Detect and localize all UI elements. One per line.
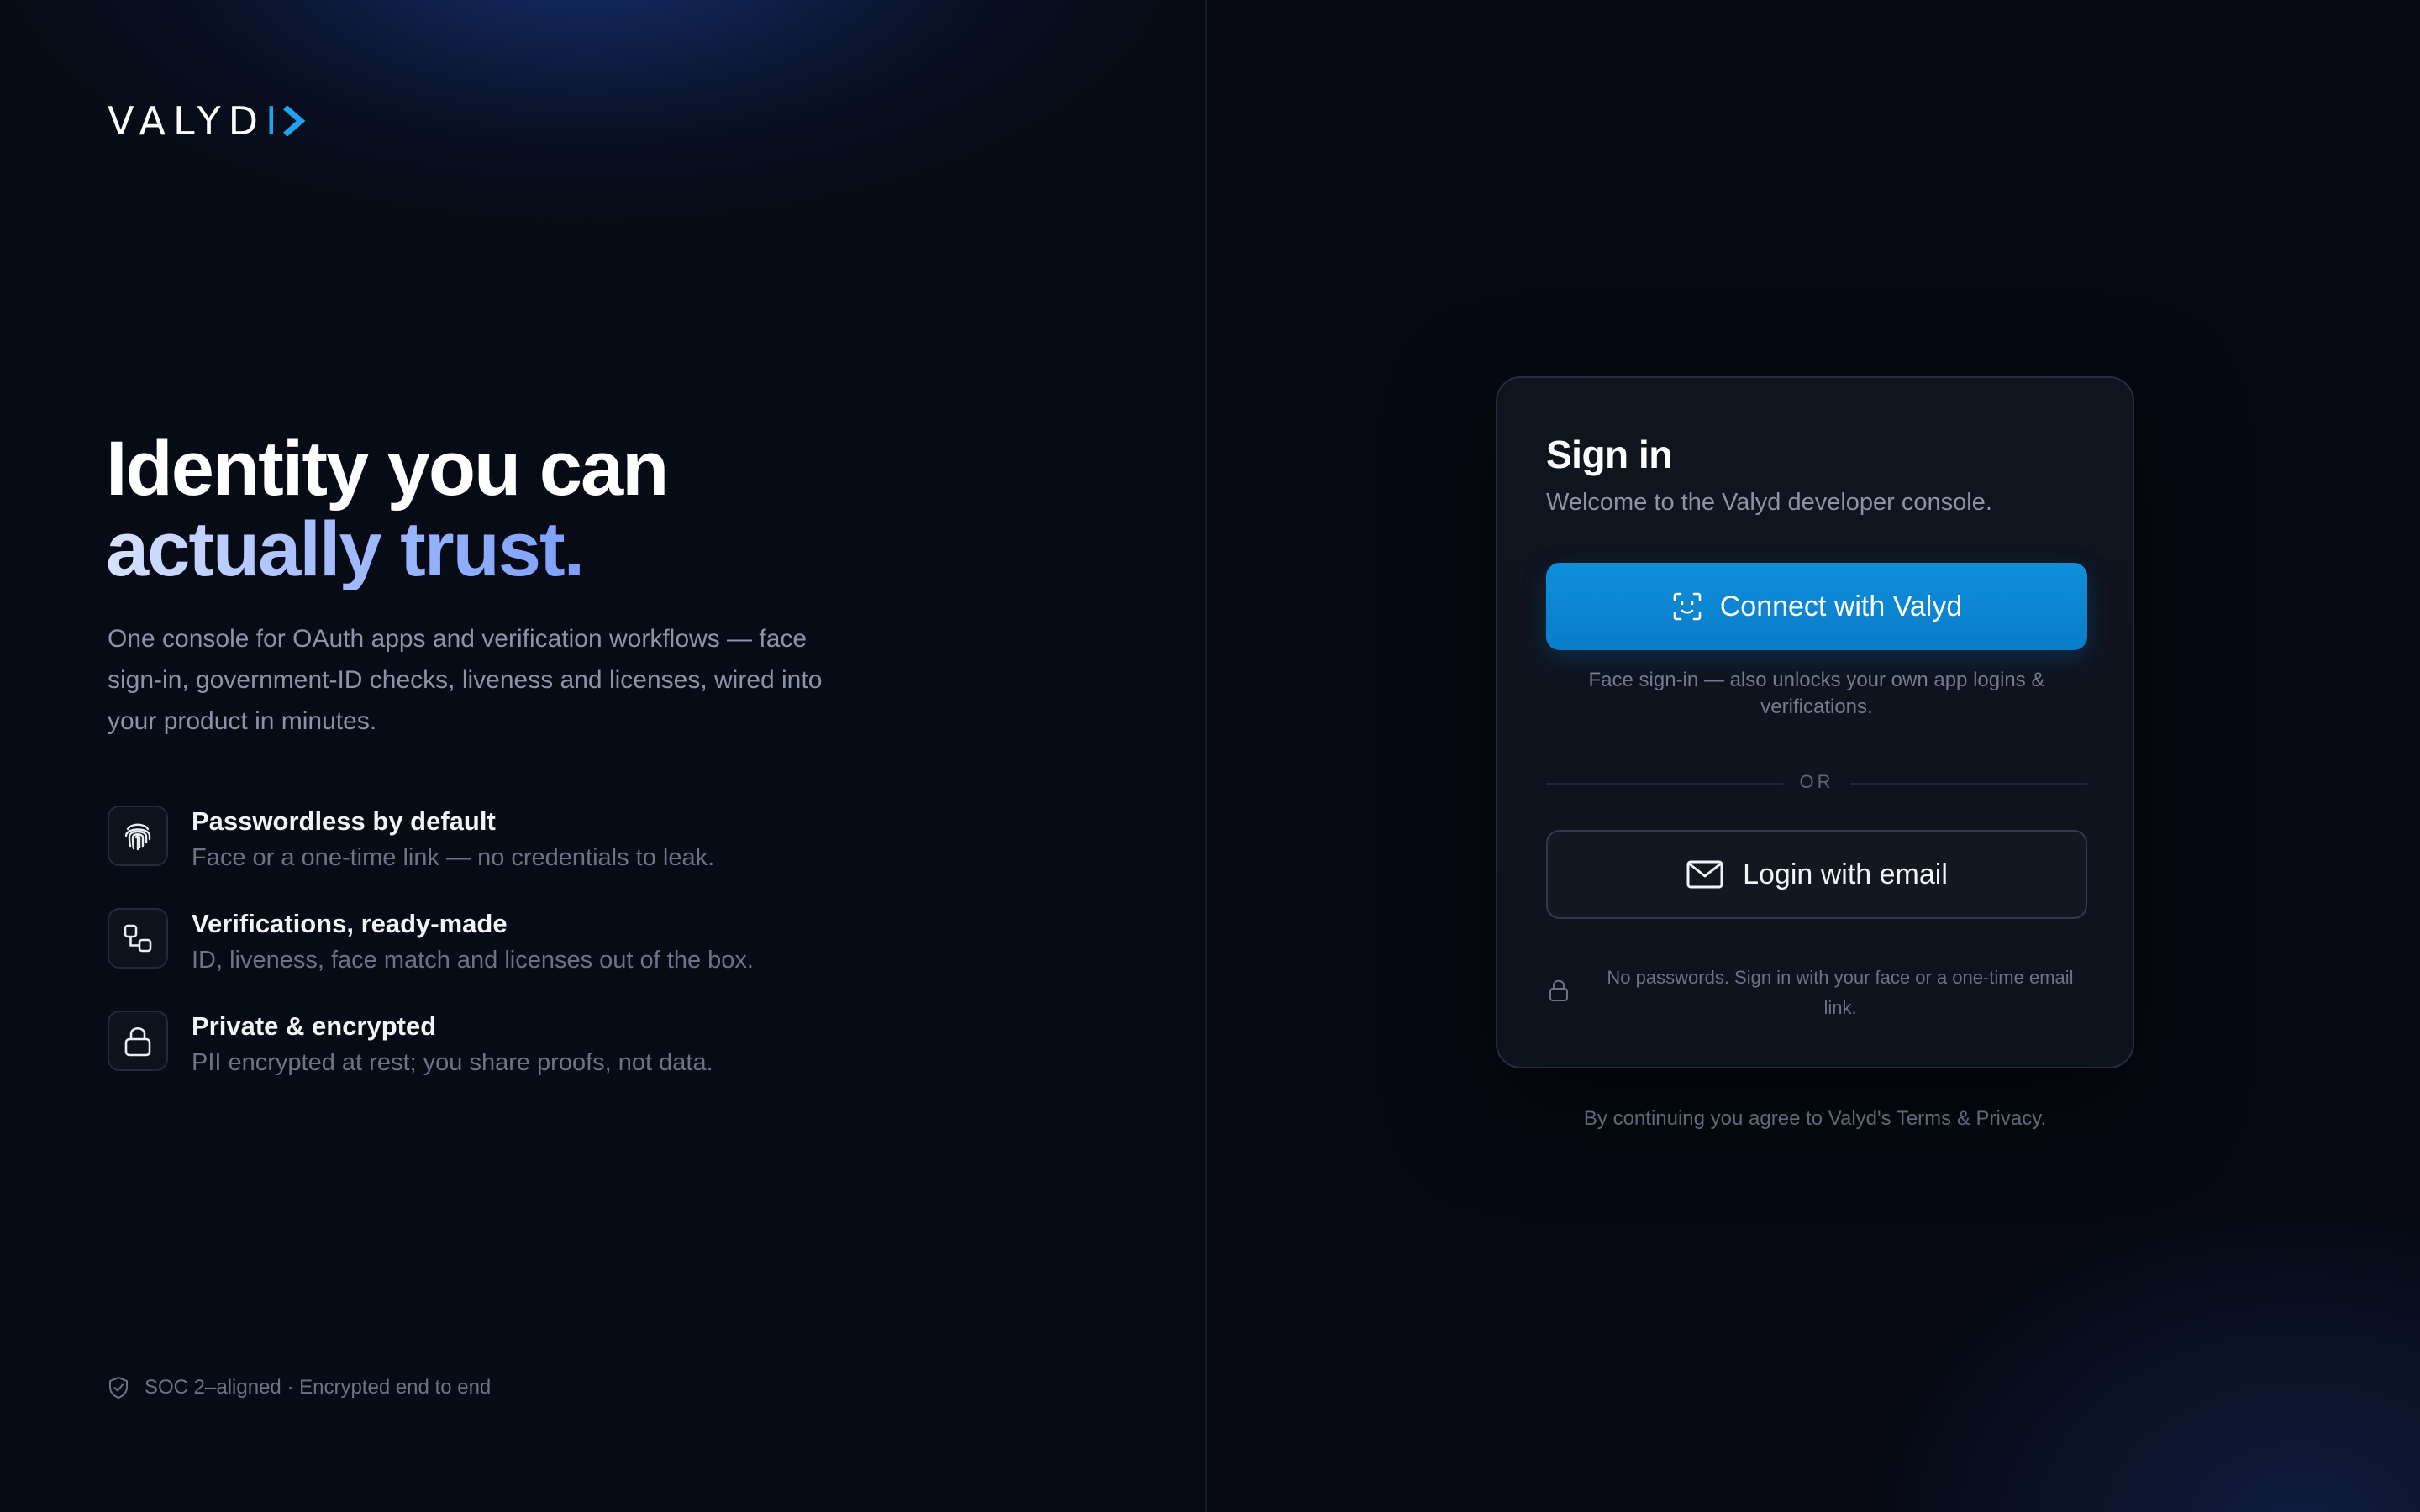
small-lock-icon	[1549, 979, 1568, 1001]
divider-label: OR	[1799, 771, 1834, 792]
lock-icon	[108, 1011, 168, 1071]
feature-description: Face or a one-time link — no credentials…	[192, 844, 715, 871]
headline-line-2: actually trust.	[106, 509, 667, 590]
mail-icon	[1686, 860, 1723, 889]
valyd-logo[interactable]: VALYD I	[108, 98, 308, 144]
feature-item: Verifications, ready-made ID, liveness, …	[108, 899, 948, 1001]
or-divider: OR	[1546, 771, 2087, 796]
feature-item: Passwordless by default Face or a one-ti…	[108, 796, 948, 899]
signin-card: Sign in Welcome to the Valyd developer c…	[1496, 376, 2134, 1068]
face-scan-icon	[1673, 592, 1702, 621]
connect-button-label: Connect with Valyd	[1719, 590, 1963, 622]
workflow-icon	[108, 908, 168, 969]
no-password-note: No passwords. Sign in with your face or …	[1546, 963, 2087, 1023]
feature-item: Private & encrypted PII encrypted at res…	[108, 1001, 948, 1104]
connect-with-valyd-button[interactable]: Connect with Valyd	[1546, 563, 2087, 650]
fingerprint-icon	[108, 806, 168, 866]
logo-chevron-icon	[282, 106, 305, 136]
feature-title: Verifications, ready-made	[192, 909, 508, 938]
trust-text: SOC 2–aligned · Encrypted end to end	[145, 1376, 492, 1399]
signin-panel: Sign in Welcome to the Valyd developer c…	[1208, 0, 2420, 1512]
login-with-email-button[interactable]: Login with email	[1546, 830, 2087, 919]
logo-wordmark: VALYD	[108, 98, 266, 144]
shield-check-icon	[109, 1377, 128, 1399]
no-password-text: No passwords. Sign in with your face or …	[1607, 967, 2074, 1018]
feature-description: ID, liveness, face match and licenses ou…	[192, 947, 754, 974]
feature-description: PII encrypted at rest; you share proofs,…	[192, 1049, 713, 1076]
feature-list: Passwordless by default Face or a one-ti…	[108, 796, 948, 1104]
feature-title: Private & encrypted	[192, 1011, 437, 1041]
hero-description: One console for OAuth apps and verificat…	[108, 625, 823, 735]
terms-note: By continuing you agree to Valyd's Terms…	[1583, 1107, 2047, 1130]
feature-title: Passwordless by default	[192, 806, 496, 836]
hero-headline: Identity you can actually trust.	[106, 426, 669, 590]
face-signin-note: Face sign-in — also unlocks your own app…	[1588, 669, 2045, 718]
email-button-label: Login with email	[1743, 858, 1948, 890]
headline-line-1: Identity you can	[106, 426, 669, 512]
trust-note: SOC 2–aligned · Encrypted end to end	[108, 1376, 491, 1399]
signin-welcome: Welcome to the Valyd developer console.	[1546, 489, 1992, 516]
marketing-panel: VALYD I Identity you can actually trust. …	[0, 0, 1207, 1512]
signin-title: Sign in	[1546, 433, 1672, 476]
logo-accent: I	[266, 98, 279, 144]
page: VALYD I Identity you can actually trust. …	[0, 0, 2420, 1512]
